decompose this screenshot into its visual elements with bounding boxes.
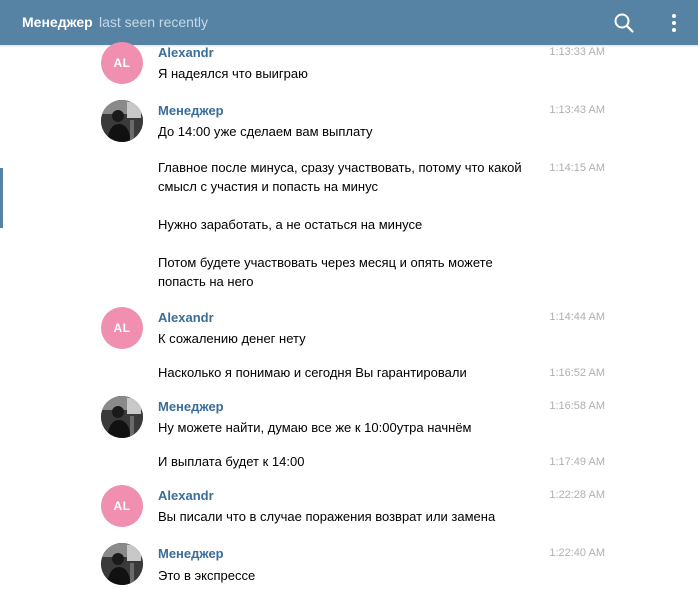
more-vertical-icon[interactable] — [664, 12, 684, 34]
message-author[interactable]: Менеджер — [158, 399, 224, 414]
message-text: Я надеялся что выиграю — [158, 66, 308, 81]
message-author[interactable]: Alexandr — [158, 45, 214, 60]
message-text: Потом будете участвовать через месяц и о… — [158, 255, 493, 289]
message-author[interactable]: Alexandr — [158, 310, 214, 325]
contact-status: last seen recently — [99, 14, 208, 30]
avatar[interactable]: AL — [101, 307, 143, 349]
avatar[interactable] — [101, 396, 143, 438]
user-photo-icon — [101, 396, 143, 438]
message-time: 1:16:52 AM — [549, 367, 605, 379]
message-author[interactable]: Менеджер — [158, 103, 224, 118]
user-photo-icon — [101, 543, 143, 585]
message-text: Вы писали что в случае поражения возврат… — [158, 509, 496, 524]
message-text: Ну можете найти, думаю все же к 10:00утр… — [158, 420, 472, 435]
message-time: 1:14:15 AM — [549, 162, 605, 174]
message-time: 1:16:58 AM — [549, 400, 605, 412]
message-text: Нужно заработать, а не остаться на минус… — [158, 217, 423, 232]
message-text: И выплата будет к 14:00 — [158, 454, 305, 469]
message-author[interactable]: Менеджер — [158, 546, 224, 561]
message-time: 1:14:44 AM — [549, 311, 605, 323]
message-time: 1:13:43 AM — [549, 104, 605, 116]
message-time: 1:22:40 AM — [549, 547, 605, 559]
chat-header: Менеджер last seen recently — [0, 0, 698, 45]
message-text: Это в экспрессе — [158, 568, 256, 583]
message-text: До 14:00 уже сделаем вам выплату — [158, 124, 373, 139]
contact-name[interactable]: Менеджер — [22, 14, 93, 30]
user-photo-icon — [101, 100, 143, 142]
message-time: 1:22:28 AM — [549, 489, 605, 501]
avatar[interactable]: AL — [101, 485, 143, 527]
message-author[interactable]: Alexandr — [158, 488, 214, 503]
message-text: К сожалению денег нету — [158, 331, 306, 346]
search-icon[interactable] — [613, 12, 635, 34]
scroll-indicator[interactable] — [0, 168, 3, 228]
message-text: Главное после минуса, сразу участвовать,… — [158, 160, 522, 194]
avatar[interactable] — [101, 543, 143, 585]
message-text: Насколько я понимаю и сегодня Вы гаранти… — [158, 365, 467, 380]
avatar[interactable]: AL — [101, 42, 143, 84]
message-time: 1:17:49 AM — [549, 456, 605, 468]
message-time: 1:13:33 AM — [549, 46, 605, 58]
avatar[interactable] — [101, 100, 143, 142]
